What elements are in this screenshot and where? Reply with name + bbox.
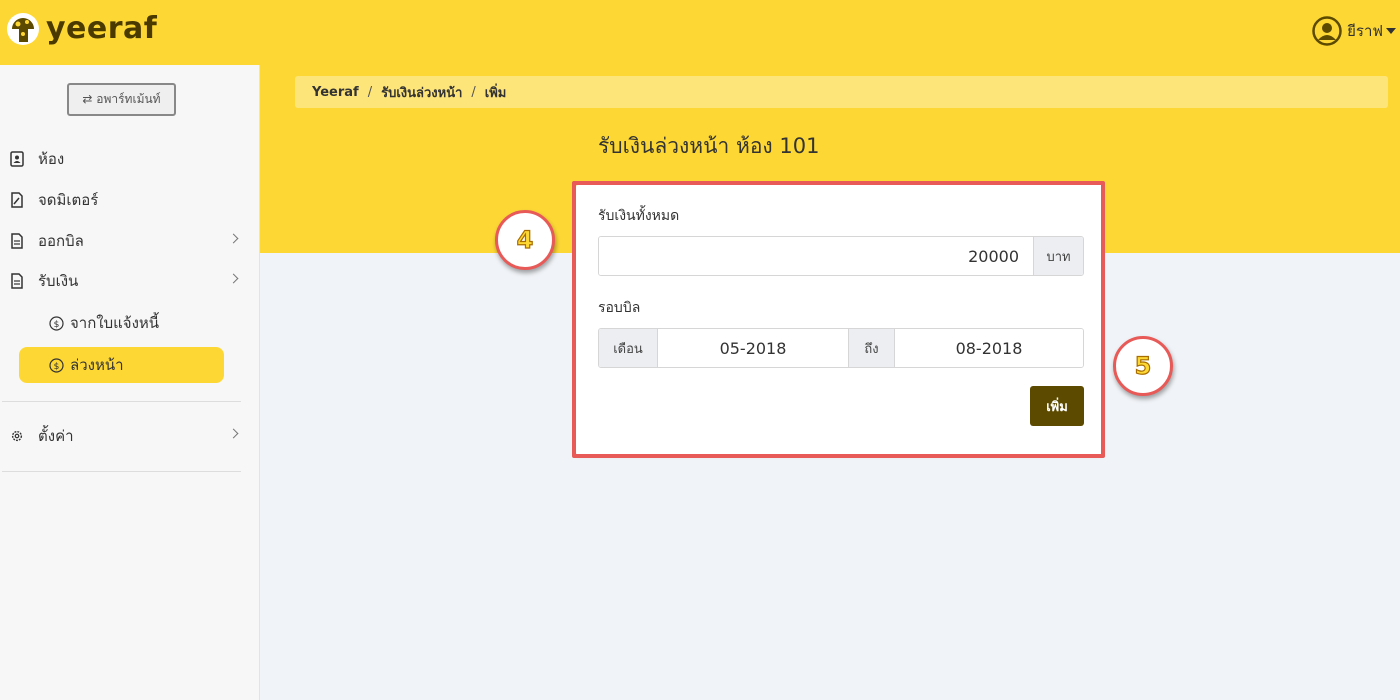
user-avatar-icon [1312,16,1342,46]
giraffe-logo-icon [7,13,39,45]
sidebar: ⇄ อพาร์ทเม้นท์ ห้อง จดมิเตอร์ ออกบิล รับ… [0,65,260,700]
sidebar-item-label: ออกบิล [38,232,84,250]
gear-icon [11,430,23,442]
breadcrumb-advance-payments[interactable]: รับเงินล่วงหน้า [381,82,462,103]
meter-file-icon [11,192,23,208]
caret-down-icon [1386,28,1396,34]
currency-addon: บาท [1033,237,1083,275]
total-amount-input[interactable] [599,237,1033,275]
step-marker-5: 5 [1113,336,1173,396]
to-addon: ถึง [848,329,894,367]
dollar-circle-icon: $ [49,357,64,373]
breadcrumb: Yeeraf / รับเงินล่วงหน้า / เพิ่ม [295,76,1388,108]
sidebar-item-settings[interactable]: ตั้งค่า [0,417,259,455]
sidebar-item-rooms[interactable]: ห้อง [0,140,259,178]
month-addon: เดือน [599,329,657,367]
svg-text:$: $ [54,362,60,372]
document-icon [11,273,23,289]
document-icon [11,233,23,249]
sidebar-item-meter[interactable]: จดมิเตอร์ [0,181,259,219]
total-amount-group: บาท [598,236,1084,276]
sidebar-item-billing[interactable]: ออกบิล [0,222,259,260]
sidebar-divider [2,401,241,402]
sidebar-subitem-label: จากใบแจ้งหนี้ [70,314,160,332]
apartment-switch-button[interactable]: ⇄ อพาร์ทเม้นท์ [67,83,176,116]
breadcrumb-current: เพิ่ม [484,85,507,101]
breadcrumb-separator: / [367,84,373,100]
chevron-right-icon [228,273,239,284]
sidebar-subitem-label: ล่วงหน้า [70,356,124,374]
month-to-input[interactable] [894,329,1083,367]
chevron-right-icon [228,428,239,439]
top-bar: yeeraf ยีราฟ [0,0,1400,65]
sidebar-item-payments[interactable]: รับเงิน [0,262,259,300]
chevron-right-icon [228,233,239,244]
app-logo[interactable]: yeeraf [6,12,157,46]
total-amount-label: รับเงินทั้งหมด [598,208,680,224]
svg-text:$: $ [54,320,60,330]
dollar-circle-icon: $ [49,315,64,331]
sidebar-item-label: รับเงิน [38,272,79,290]
breadcrumb-separator: / [471,84,476,100]
user-menu[interactable]: ยีราฟ [1312,16,1396,46]
sidebar-subitem-from-invoice[interactable]: $ จากใบแจ้งหนี้ [19,305,224,341]
sidebar-item-label: ห้อง [38,150,65,168]
app-name: yeeraf [46,11,158,46]
step-marker-4: 4 [495,210,555,270]
billing-period-group: เดือน ถึง [598,328,1084,368]
sidebar-item-label: จดมิเตอร์ [38,191,99,209]
sidebar-subitem-advance[interactable]: $ ล่วงหน้า [19,347,224,383]
contact-card-icon [10,151,24,167]
billing-period-label: รอบบิล [598,300,641,316]
sidebar-divider [2,471,241,472]
page-title: รับเงินล่วงหน้า ห้อง 101 [598,134,820,158]
breadcrumb-home[interactable]: Yeeraf [312,85,359,100]
add-button[interactable]: เพิ่ม [1030,386,1084,426]
sidebar-item-label: ตั้งค่า [38,427,74,445]
month-from-input[interactable] [657,329,848,367]
user-name: ยีราฟ [1347,22,1383,40]
